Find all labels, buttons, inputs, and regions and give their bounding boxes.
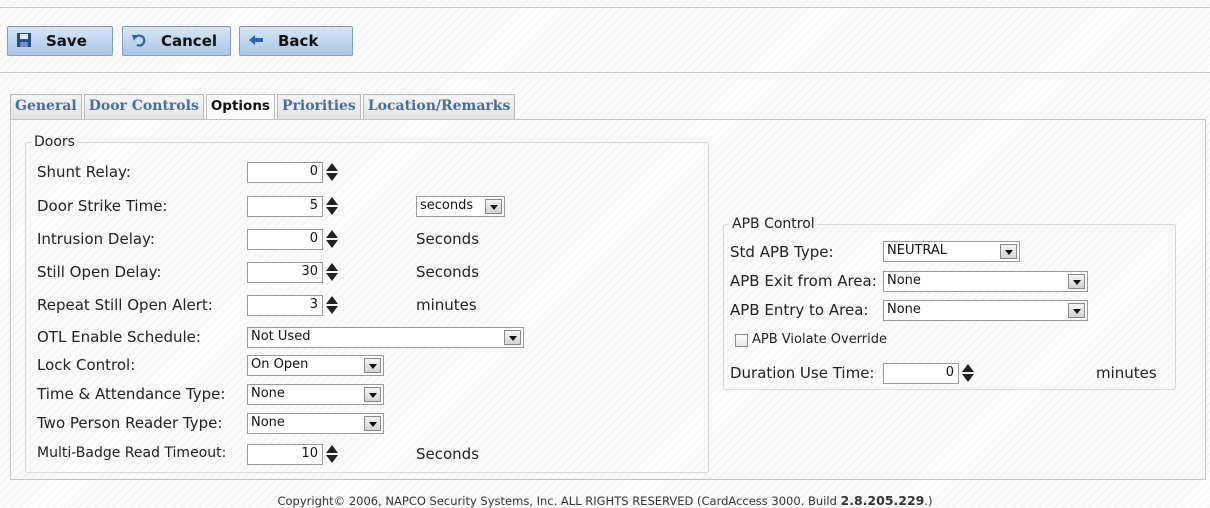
tab-options[interactable]: Options <box>205 94 275 120</box>
apb-entry-to-area-select[interactable]: None <box>883 300 1088 321</box>
tab-door-controls[interactable]: Door Controls <box>83 94 204 120</box>
intrusion-delay-label: Intrusion Delay: <box>37 230 155 248</box>
apb-violate-override-checkbox[interactable] <box>735 334 748 347</box>
repeat-still-open-alert-label: Repeat Still Open Alert: <box>37 296 213 314</box>
std-apb-type-select[interactable]: NEUTRAL <box>883 241 1020 262</box>
duration-use-time-input[interactable]: 0 <box>883 363 959 384</box>
back-label: Back <box>278 32 319 50</box>
chevron-down-icon[interactable] <box>364 416 381 431</box>
repeat-still-open-alert-input[interactable]: 3 <box>247 295 323 316</box>
build-number: 2.8.205.229 <box>840 493 925 508</box>
multi-badge-read-timeout-label: Multi-Badge Read Timeout: <box>37 445 227 461</box>
chevron-down-icon[interactable] <box>364 387 381 402</box>
lock-control-select[interactable]: On Open <box>247 355 384 376</box>
still-open-delay-input[interactable]: 30 <box>247 262 323 283</box>
apb-entry-to-area-label: APB Entry to Area: <box>730 301 869 319</box>
shunt-relay-spinner[interactable] <box>325 162 339 183</box>
toolbar-rule <box>0 72 1210 73</box>
multi-badge-read-timeout-input[interactable]: 10 <box>247 444 323 465</box>
door-strike-unit-value: seconds <box>420 198 474 213</box>
time-attendance-type-value: None <box>251 386 285 401</box>
chevron-down-icon[interactable] <box>1000 244 1017 259</box>
cancel-button[interactable]: Cancel <box>122 26 231 56</box>
intrusion-delay-input[interactable]: 0 <box>247 229 323 250</box>
std-apb-type-value: NEUTRAL <box>887 243 948 258</box>
still-open-delay-label: Still Open Delay: <box>37 263 162 281</box>
options-panel: Doors Shunt Relay: 0 Door Strike Time: 5… <box>10 119 1206 480</box>
repeat-still-open-alert-spinner[interactable] <box>325 295 339 316</box>
std-apb-type-label: Std APB Type: <box>730 243 834 261</box>
duration-use-time-label: Duration Use Time: <box>730 364 875 382</box>
copyright-text: Copyright© 2006, NAPCO Security Systems,… <box>277 494 841 508</box>
chevron-down-icon[interactable] <box>1068 274 1085 289</box>
apb-violate-override-label: APB Violate Override <box>752 332 888 347</box>
door-strike-time-input[interactable]: 5 <box>247 196 323 217</box>
two-person-reader-type-label: Two Person Reader Type: <box>37 414 223 432</box>
copyright-footer: Copyright© 2006, NAPCO Security Systems,… <box>0 493 1210 508</box>
intrusion-delay-unit: Seconds <box>416 230 480 248</box>
tab-location-remarks[interactable]: Location/Remarks <box>362 94 516 120</box>
doors-legend: Doors <box>34 134 75 150</box>
tab-priorities[interactable]: Priorities <box>276 94 361 120</box>
shunt-relay-label: Shunt Relay: <box>37 163 131 181</box>
floppy-disk-icon <box>16 32 32 51</box>
still-open-delay-spinner[interactable] <box>325 262 339 283</box>
time-attendance-type-label: Time & Attendance Type: <box>37 385 226 403</box>
duration-use-time-unit: minutes <box>1096 364 1157 382</box>
door-strike-time-spinner[interactable] <box>325 196 339 217</box>
door-strike-unit-select[interactable]: seconds <box>416 196 505 217</box>
tab-bar: General Door Controls Options Priorities… <box>10 94 517 120</box>
otl-enable-schedule-label: OTL Enable Schedule: <box>37 328 201 346</box>
cancel-label: Cancel <box>161 32 218 50</box>
lock-control-label: Lock Control: <box>37 356 136 374</box>
back-arrow-icon <box>248 32 264 51</box>
intrusion-delay-spinner[interactable] <box>325 229 339 250</box>
repeat-still-open-alert-unit: minutes <box>416 296 477 314</box>
save-label: Save <box>46 32 87 50</box>
chevron-down-icon[interactable] <box>504 330 521 345</box>
chevron-down-icon[interactable] <box>364 358 381 373</box>
undo-icon <box>131 32 147 51</box>
two-person-reader-type-select[interactable]: None <box>247 413 384 434</box>
shunt-relay-input[interactable]: 0 <box>247 162 323 183</box>
still-open-delay-unit: Seconds <box>416 263 480 281</box>
otl-enable-schedule-select[interactable]: Not Used <box>247 327 524 348</box>
save-button[interactable]: Save <box>7 26 113 56</box>
chevron-down-icon[interactable] <box>485 199 502 214</box>
top-rule <box>0 7 1210 8</box>
door-strike-time-label: Door Strike Time: <box>37 197 168 215</box>
back-button[interactable]: Back <box>239 26 353 56</box>
chevron-down-icon[interactable] <box>1068 303 1085 318</box>
apb-exit-from-area-value: None <box>887 273 921 288</box>
apb-exit-from-area-select[interactable]: None <box>883 271 1088 292</box>
apb-entry-to-area-value: None <box>887 302 921 317</box>
apb-exit-from-area-label: APB Exit from Area: <box>730 272 877 290</box>
copyright-end: .) <box>924 494 933 508</box>
duration-use-time-spinner[interactable] <box>961 363 975 384</box>
multi-badge-read-timeout-unit: Seconds <box>416 445 480 463</box>
time-attendance-type-select[interactable]: None <box>247 384 384 405</box>
apb-control-legend: APB Control <box>732 216 815 232</box>
tab-general[interactable]: General <box>10 94 82 120</box>
multi-badge-read-timeout-spinner[interactable] <box>325 444 339 465</box>
otl-enable-schedule-value: Not Used <box>251 329 311 344</box>
lock-control-value: On Open <box>251 357 309 372</box>
two-person-reader-type-value: None <box>251 415 285 430</box>
